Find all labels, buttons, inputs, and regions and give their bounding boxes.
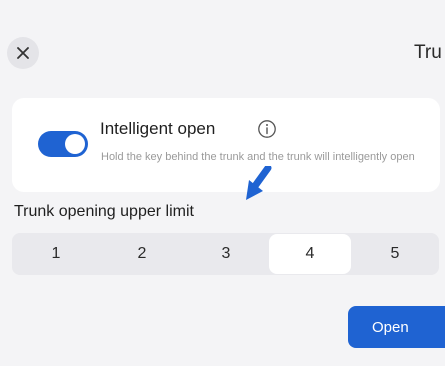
arrow-icon xyxy=(246,166,272,200)
limit-option-2[interactable]: 2 xyxy=(98,233,186,275)
intelligent-open-toggle[interactable] xyxy=(38,131,88,157)
limit-option-4-selected[interactable]: 4 xyxy=(269,234,351,274)
intelligent-open-title: Intelligent open xyxy=(100,119,216,138)
limit-option-3[interactable]: 3 xyxy=(182,233,270,275)
open-button[interactable]: Open xyxy=(348,306,445,348)
limit-option-5[interactable]: 5 xyxy=(351,233,439,275)
limit-option-1[interactable]: 1 xyxy=(12,233,100,275)
page-title: Tru xyxy=(414,42,442,63)
toggle-knob xyxy=(65,134,85,154)
close-icon xyxy=(17,47,29,59)
upper-limit-label: Trunk opening upper limit xyxy=(14,203,194,220)
dialog-panel: Tru Intelligent open Hold the key behind… xyxy=(0,0,445,366)
upper-limit-selector: 1 2 3 4 5 xyxy=(12,233,439,275)
info-icon[interactable] xyxy=(257,119,277,139)
close-button[interactable] xyxy=(7,37,39,69)
intelligent-open-description: Hold the key behind the trunk and the tr… xyxy=(101,151,415,163)
